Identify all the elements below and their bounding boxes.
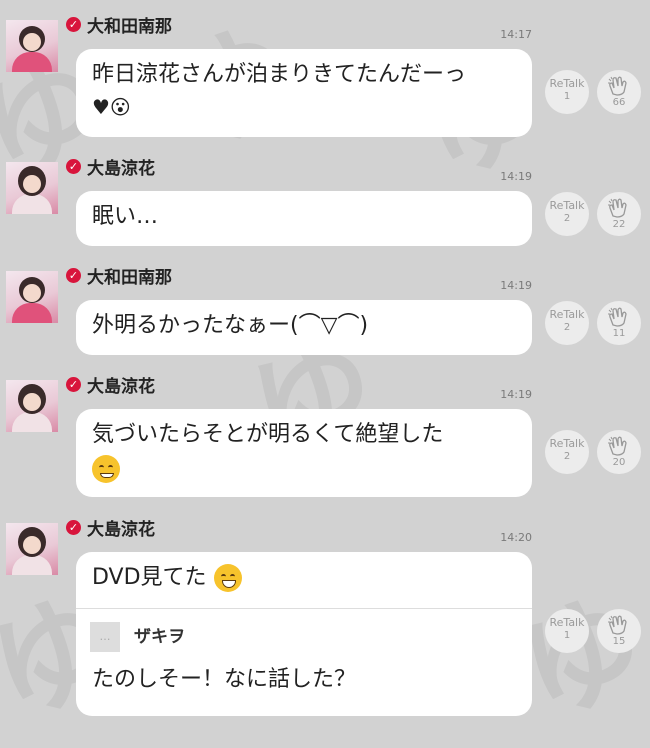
clap-button[interactable]: 20 [597,430,641,474]
clap-button[interactable]: 11 [597,301,641,345]
avatar[interactable] [6,271,58,323]
retalk-button[interactable]: ReTalk 2 [545,430,589,474]
verified-check-icon: ✓ [66,519,81,535]
verified-check-icon: ✓ [66,376,81,392]
quote-divider [76,608,532,609]
retalk-button[interactable]: ReTalk 1 [545,609,589,653]
smiling-face-icon [92,455,120,483]
clap-button[interactable]: 22 [597,192,641,236]
clap-count: 22 [612,219,626,230]
grinning-face-icon [213,564,242,592]
message-text: 眠い… [92,204,159,229]
message-bubble[interactable]: DVD見てた … ザキヲ たのしそー！なに話した？ [76,552,532,716]
retalk-count: 2 [563,322,571,333]
message-bubble[interactable]: 昨日涼花さんが泊まりきてたんだーっ ♥︎😮 [76,49,532,137]
message-bubble[interactable]: 眠い… [76,191,532,246]
message-text: 気づいたらそとが明るくて絶望した [92,422,444,447]
clap-button[interactable]: 66 [597,70,641,114]
clap-count: 15 [612,636,626,647]
clap-icon [608,307,627,327]
message-text-line2: ♥︎😮 [92,95,131,119]
message-time: 14:19 [500,388,532,401]
retalk-button[interactable]: ReTalk 2 [545,301,589,345]
message-text: 昨日涼花さんが泊まりきてたんだーっ [92,62,467,87]
sender-name: ✓ 大島涼花 [66,372,155,397]
retalk-count: 1 [563,630,571,641]
avatar[interactable] [6,162,58,214]
sender-name: ✓ 大島涼花 [66,154,155,179]
clap-icon [608,436,627,456]
quoted-text: たのしそー！なに話した？ [92,667,357,692]
clap-icon [608,615,627,635]
verified-check-icon: ✓ [66,16,81,32]
message-text: DVD見てた [92,565,207,590]
quoted-user-name: ザキヲ [134,627,185,647]
clap-icon [608,76,627,96]
clap-button[interactable]: 15 [597,609,641,653]
clap-count: 66 [612,97,626,108]
verified-check-icon: ✓ [66,158,81,174]
message-bubble[interactable]: 外明るかったなぁー(⌒▽⌒) [76,300,532,355]
avatar[interactable] [6,380,58,432]
message-bubble[interactable]: 気づいたらそとが明るくて絶望した [76,409,532,497]
clap-count: 11 [612,328,626,339]
sender-name: ✓ 大和田南那 [66,12,172,37]
clap-icon [608,198,627,218]
message-time: 14:20 [500,531,532,544]
verified-check-icon: ✓ [66,267,81,283]
retalk-button[interactable]: ReTalk 1 [545,70,589,114]
retalk-count: 2 [563,451,571,462]
sender-name: ✓ 大島涼花 [66,515,155,540]
avatar[interactable] [6,523,58,575]
clap-count: 20 [612,457,626,468]
message-text: 外明るかったなぁー(⌒▽⌒) [92,313,369,338]
message-time: 14:17 [500,28,532,41]
retalk-count: 2 [563,213,571,224]
retalk-count: 1 [563,91,571,102]
sender-name: ✓ 大和田南那 [66,263,172,288]
retalk-button[interactable]: ReTalk 2 [545,192,589,236]
message-time: 14:19 [500,170,532,183]
avatar[interactable] [6,20,58,72]
message-time: 14:19 [500,279,532,292]
quoted-user-icon: … [90,622,120,652]
